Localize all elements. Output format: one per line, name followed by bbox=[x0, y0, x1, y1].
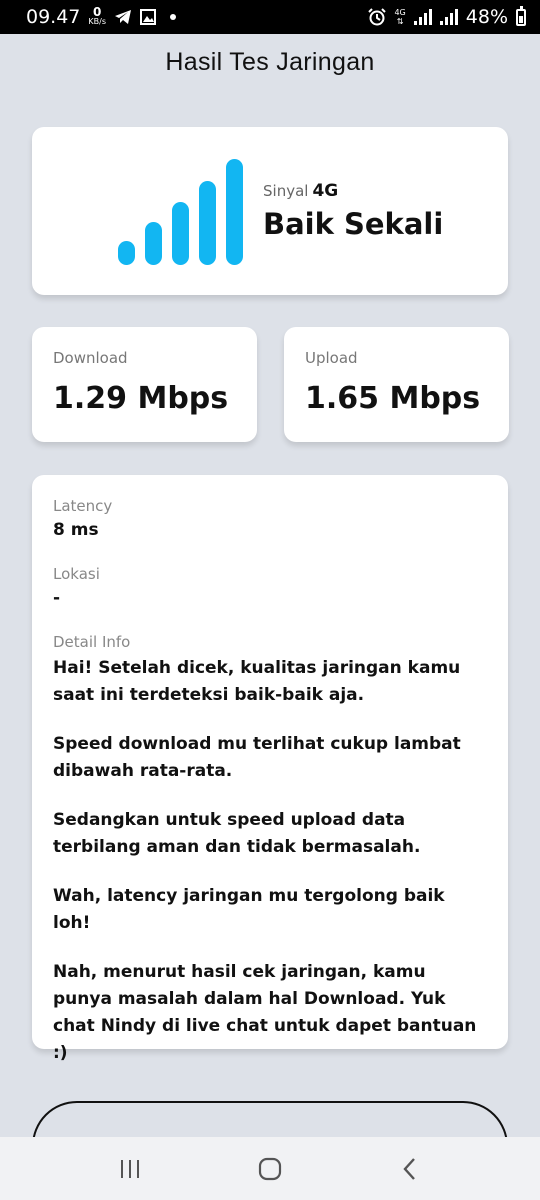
detail-paragraph: Speed download mu terlihat cukup lambat … bbox=[53, 734, 461, 781]
gallery-icon bbox=[140, 9, 157, 25]
battery-icon bbox=[516, 5, 526, 26]
clock: 09.47 bbox=[26, 6, 81, 28]
upload-value: 1.65 Mbps bbox=[305, 381, 481, 416]
location-value: - bbox=[53, 588, 61, 608]
home-button[interactable] bbox=[250, 1149, 290, 1189]
latency-label: Latency bbox=[53, 497, 113, 515]
home-icon bbox=[258, 1157, 282, 1180]
status-bar-left: 09.47 0 KB/s bbox=[26, 5, 177, 28]
net-speed-indicator: 0 KB/s bbox=[88, 5, 107, 26]
signal-quality: Baik Sekali bbox=[263, 207, 444, 241]
battery-percent: 48% bbox=[465, 6, 508, 28]
navigation-bar bbox=[0, 1137, 540, 1200]
recents-button[interactable] bbox=[110, 1149, 150, 1189]
signal-card: Sinyal 4G Baik Sekali bbox=[32, 127, 508, 295]
recents-icon bbox=[121, 1159, 139, 1178]
upload-card: Upload 1.65 Mbps bbox=[284, 327, 509, 442]
latency-value: 8 ms bbox=[53, 520, 99, 540]
net-speed-unit: KB/s bbox=[88, 17, 107, 26]
network-type-icon: 4G ⇅ bbox=[394, 8, 405, 26]
detail-paragraph: Nah, menurut hasil cek jaringan, kamu pu… bbox=[53, 962, 477, 1063]
detail-paragraph: Wah, latency jaringan mu tergolong baik … bbox=[53, 886, 445, 933]
signal-network-type: 4G bbox=[312, 181, 339, 201]
details-card: Latency 8 ms Lokasi - Detail Info Hai! S… bbox=[32, 475, 508, 1063]
signal-label-text: Sinyal bbox=[263, 182, 309, 200]
signal-bars-sim1-icon bbox=[413, 9, 432, 25]
signal-bars-sim2-icon bbox=[439, 9, 458, 25]
upload-label: Upload bbox=[305, 349, 358, 367]
signal-strength-icon bbox=[118, 157, 244, 265]
network-type-label: 4G bbox=[394, 8, 406, 17]
detail-paragraph: Hai! Setelah dicek, kualitas jaringan ka… bbox=[53, 658, 461, 705]
notification-dot-icon bbox=[170, 14, 177, 20]
page-title: Hasil Tes Jaringan bbox=[165, 48, 375, 76]
latency-section: Latency 8 ms bbox=[53, 497, 487, 541]
detail-info-label: Detail Info bbox=[53, 633, 131, 651]
download-value: 1.29 Mbps bbox=[53, 381, 229, 416]
back-button[interactable] bbox=[390, 1149, 430, 1189]
detail-paragraph: Sedangkan untuk speed upload data terbil… bbox=[53, 810, 421, 857]
signal-label: Sinyal 4G bbox=[263, 181, 338, 201]
download-card: Download 1.29 Mbps bbox=[32, 327, 257, 442]
status-bar-right: 4G ⇅ 48% bbox=[368, 5, 526, 28]
location-label: Lokasi bbox=[53, 565, 100, 583]
alarm-icon bbox=[368, 8, 387, 26]
download-label: Download bbox=[53, 349, 128, 367]
net-speed-value: 0 bbox=[93, 5, 102, 19]
status-bar: 09.47 0 KB/s 4G ⇅ 48% bbox=[0, 0, 540, 34]
telegram-icon bbox=[115, 10, 132, 24]
back-icon bbox=[403, 1157, 415, 1180]
data-arrows-icon: ⇅ bbox=[396, 17, 404, 26]
location-section: Lokasi - bbox=[53, 565, 487, 609]
